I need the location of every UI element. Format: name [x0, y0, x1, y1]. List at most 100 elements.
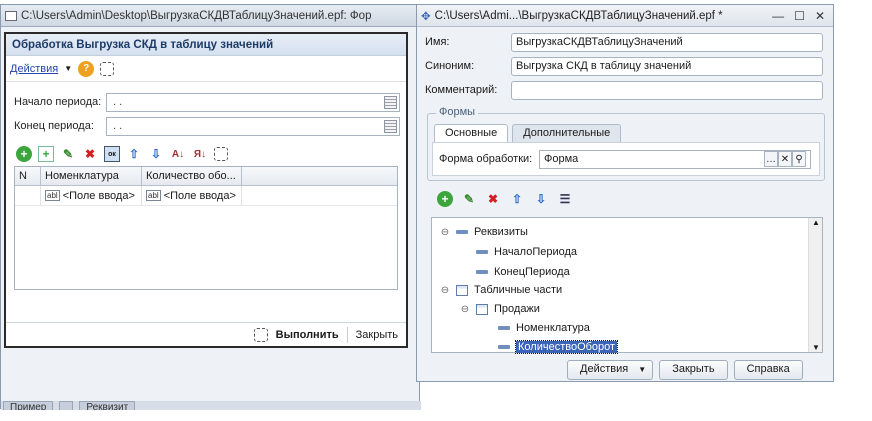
actions-menu[interactable]: Действия — [10, 63, 58, 75]
tab-main[interactable]: Основные — [434, 124, 509, 142]
tree-node-nomenclature-label: Номенклатура — [516, 322, 590, 334]
table-row[interactable]: abl <Поле ввода> abl <Поле ввода> — [15, 186, 397, 206]
calendar-icon[interactable] — [384, 119, 397, 133]
close-icon[interactable]: ✕ — [815, 9, 825, 23]
editor-titlebar[interactable]: ✥ C:\Users\Admi...\ВыгрузкаСКДВТаблицуЗн… — [417, 5, 833, 27]
start-period-label: Начало периода: — [14, 96, 102, 108]
scroll-up-icon[interactable]: ▲ — [812, 218, 820, 227]
search-icon[interactable]: ⚲ — [792, 151, 806, 167]
custom-command-icon — [253, 327, 268, 342]
comment-input[interactable] — [511, 80, 823, 100]
sort-list-icon[interactable]: ☰ — [557, 191, 573, 207]
tree-node-tabular-parts[interactable]: ⊖ Табличные части — [440, 282, 562, 298]
column-header-quantity[interactable]: Количество обо... — [142, 167, 242, 185]
text-field-icon: abl — [146, 190, 161, 201]
processing-form-input[interactable]: Форма … ✕ ⚲ — [539, 149, 811, 169]
edit-pencil-icon[interactable]: ✎ — [461, 191, 477, 207]
sort-asc-icon[interactable]: A↓ — [170, 146, 186, 162]
end-period-label: Конец периода: — [14, 120, 94, 132]
tree-node-requisites-label: Реквизиты — [474, 226, 528, 238]
editor-bottom-bar: Действия ▼ Закрыть Справка — [567, 360, 803, 380]
forms-tabs: Основные Дополнительные — [434, 124, 622, 142]
help-icon[interactable]: ? — [78, 60, 95, 77]
cell-nomenclature[interactable]: abl <Поле ввода> — [41, 186, 142, 205]
collapse-icon[interactable]: ⊖ — [440, 285, 450, 296]
forms-group: Формы Основные Дополнительные Форма обра… — [427, 106, 825, 181]
requisite-icon — [456, 230, 468, 234]
name-input[interactable]: ВыгрузкаСКДВТаблицуЗначений — [511, 32, 823, 52]
scroll-down-icon[interactable]: ▼ — [812, 343, 820, 352]
add-row-icon[interactable]: + — [16, 146, 32, 162]
table-toolbar: + + ✎ ✖ ок ⇧ ⇩ A↓ Я↓ — [6, 142, 406, 166]
ellipsis-icon[interactable]: … — [764, 151, 778, 167]
table-icon — [476, 303, 488, 315]
requisite-icon — [498, 345, 510, 349]
collapse-icon[interactable]: ⊖ — [460, 304, 470, 315]
tree-node-start-period[interactable]: НачалоПериода — [476, 244, 577, 260]
processing-form-label: Форма обработки: — [439, 153, 533, 165]
edit-pencil-icon[interactable]: ✎ — [60, 146, 76, 162]
metadata-tree[interactable]: ⊖ Реквизиты НачалоПериода КонецПериода ⊖… — [431, 217, 823, 355]
tree-node-end-period[interactable]: КонецПериода — [476, 264, 570, 280]
move-up-icon[interactable]: ⇧ — [509, 191, 525, 207]
end-period-row: Конец периода: . . — [6, 114, 406, 138]
chevron-down-icon[interactable]: ▼ — [64, 64, 72, 73]
calendar-icon[interactable] — [384, 95, 397, 109]
cell-n — [15, 186, 41, 205]
close-button[interactable]: Закрыть — [659, 360, 728, 380]
move-up-icon[interactable]: ⇧ — [126, 146, 142, 162]
synonym-row: Синоним: Выгрузка СКД в таблицу значений — [417, 54, 833, 78]
tab-main-panel: Форма обработки: Форма … ✕ ⚲ — [432, 142, 820, 176]
move-down-icon[interactable]: ⇩ — [148, 146, 164, 162]
end-period-input[interactable]: . . — [106, 116, 400, 136]
tree-node-sales[interactable]: ⊖ Продажи — [460, 301, 540, 317]
tab-additional[interactable]: Дополнительные — [512, 124, 622, 142]
synonym-input[interactable]: Выгрузка СКД в таблицу значений — [511, 56, 823, 76]
data-table[interactable]: N Номенклатура Количество обо... abl <По… — [14, 166, 398, 290]
table-header: N Номенклатура Количество обо... — [15, 167, 397, 186]
close-button[interactable]: Закрыть — [356, 329, 398, 341]
delete-x-icon[interactable]: ✖ — [485, 191, 501, 207]
column-header-nomenclature[interactable]: Номенклатура — [41, 167, 142, 185]
column-header-n[interactable]: N — [15, 167, 41, 185]
comment-row: Комментарий: — [417, 78, 833, 102]
requisite-icon — [476, 270, 488, 274]
help-button[interactable]: Справка — [733, 360, 803, 380]
tree-node-requisites[interactable]: ⊖ Реквизиты — [440, 224, 528, 240]
name-row: Имя: ВыгрузкаСКДВТаблицуЗначений — [417, 30, 833, 54]
custom-command-icon[interactable] — [100, 61, 115, 76]
actions-button-label: Действия — [580, 363, 629, 375]
delete-x-icon[interactable]: ✖ — [82, 146, 98, 162]
tree-node-end-period-label: КонецПериода — [494, 266, 570, 278]
picker-buttons: … ✕ ⚲ — [764, 151, 806, 167]
end-edit-icon[interactable]: ок — [104, 146, 120, 162]
maximize-icon[interactable]: ☐ — [794, 9, 805, 23]
form-command-bar: Действия ▼ ? — [6, 56, 406, 82]
name-label: Имя: — [425, 36, 450, 48]
tree-node-start-period-label: НачалоПериода — [494, 246, 578, 258]
tree-node-tabular-parts-label: Табличные части — [474, 284, 563, 296]
cell-quantity-text: <Поле ввода> — [163, 189, 236, 202]
end-period-value: . . — [113, 120, 123, 132]
minimize-icon[interactable]: — — [772, 9, 784, 23]
execute-button[interactable]: Выполнить — [276, 329, 339, 341]
add-icon[interactable]: + — [437, 191, 453, 207]
tree-scrollbar[interactable]: ▲ ▼ — [808, 218, 822, 352]
back-window-titlebar[interactable]: C:\Users\Admin\Desktop\ВыгрузкаСКДВТабли… — [1, 5, 419, 27]
collapse-icon[interactable]: ⊖ — [440, 227, 450, 238]
cell-quantity[interactable]: abl <Поле ввода> — [142, 186, 242, 205]
move-down-icon[interactable]: ⇩ — [533, 191, 549, 207]
requisite-icon — [498, 326, 510, 330]
clear-x-icon[interactable]: ✕ — [778, 151, 792, 167]
copy-row-icon[interactable]: + — [38, 146, 54, 162]
start-period-input[interactable]: . . — [106, 92, 400, 112]
tree-node-nomenclature[interactable]: Номенклатура — [498, 320, 590, 336]
custom-command-icon[interactable] — [214, 147, 228, 161]
torn-edge-right — [836, 0, 872, 421]
tree-node-sales-label: Продажи — [494, 303, 540, 315]
divider — [346, 326, 348, 343]
tree-node-turnover-qty[interactable]: КоличествоОборот — [498, 339, 619, 355]
sort-desc-icon[interactable]: Я↓ — [192, 146, 208, 162]
window-icon — [5, 10, 17, 21]
actions-button[interactable]: Действия ▼ — [567, 360, 654, 380]
